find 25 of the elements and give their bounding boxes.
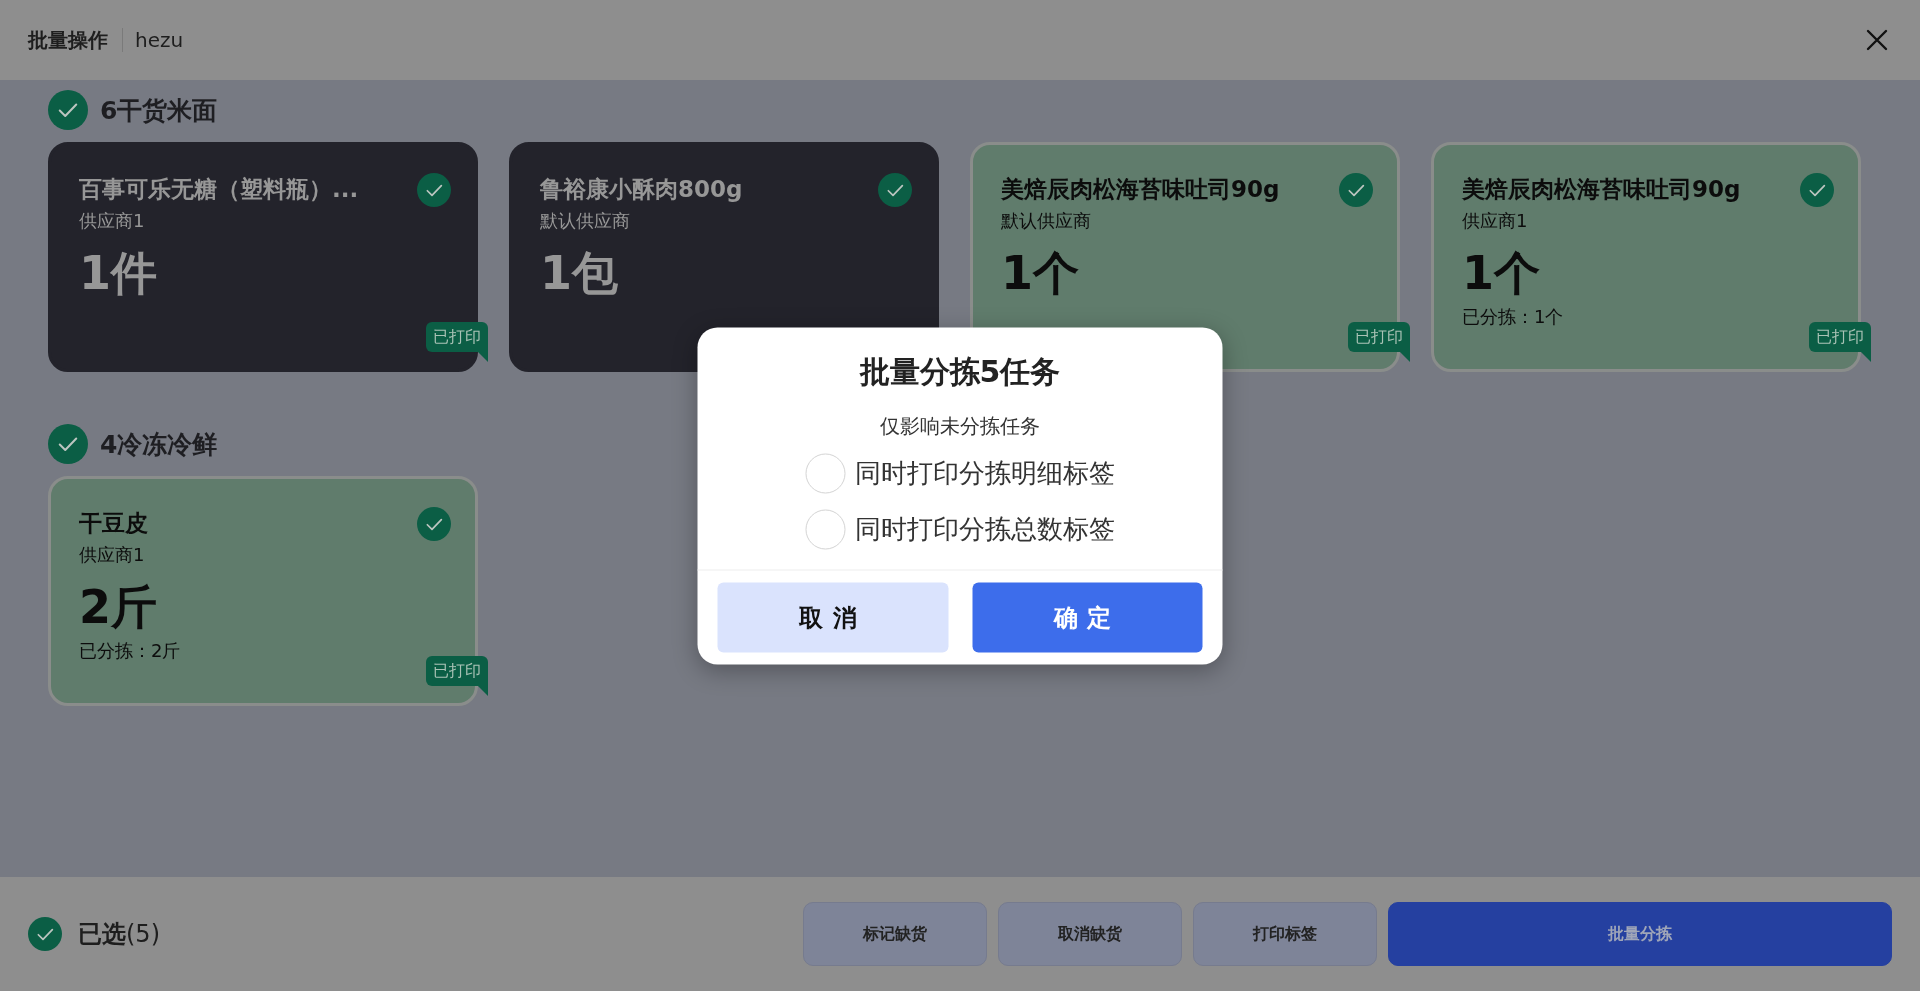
quantity: 1个: [1462, 245, 1540, 302]
product-name: 百事可乐无糖（塑料瓶）...: [79, 175, 360, 204]
supplier-name: 供应商1: [79, 543, 145, 567]
product-name: 鲁裕康小酥肉800g: [540, 175, 744, 204]
quantity: 1个: [1001, 245, 1079, 302]
product-name: 美焙辰肉松海苔味吐司90g: [1462, 175, 1742, 204]
section-title: 4冷冻冷鲜: [100, 428, 218, 461]
sorted-amount: 已分拣：1个: [1462, 305, 1564, 329]
supplier-name: 默认供应商: [1001, 209, 1091, 233]
option-label: 同时打印分拣明细标签: [855, 456, 1115, 490]
option-label: 同时打印分拣总数标签: [855, 512, 1115, 546]
sorted-amount: 已分拣：2斤: [79, 639, 181, 663]
page-subtitle: hezu: [122, 28, 184, 52]
page-title: 批量操作: [28, 26, 108, 54]
dialog-note: 仅影响未分拣任务: [880, 412, 1040, 439]
supplier-name: 供应商1: [1462, 209, 1528, 233]
product-name: 干豆皮: [79, 509, 149, 538]
quantity: 1包: [540, 245, 618, 302]
section-title: 6干货米面: [100, 94, 218, 127]
product-name: 美焙辰肉松海苔味吐司90g: [1001, 175, 1281, 204]
selected-count: 已选(5): [78, 919, 160, 950]
supplier-name: 默认供应商: [540, 209, 630, 233]
quantity: 1件: [79, 245, 157, 302]
quantity: 2斤: [79, 579, 157, 636]
supplier-name: 供应商1: [79, 209, 145, 233]
